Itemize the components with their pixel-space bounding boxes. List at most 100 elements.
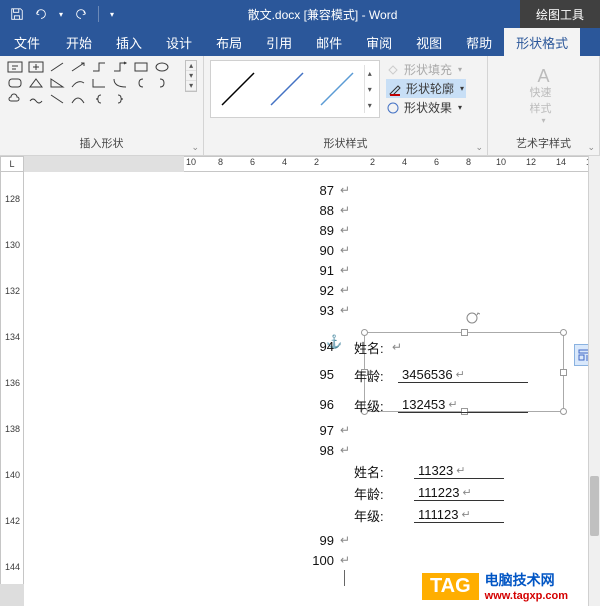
field-grade-value[interactable]: 132453↵	[398, 397, 528, 413]
group-shape-styles-label: 形状样式	[210, 133, 481, 155]
shape-effects-label: 形状效果	[404, 99, 452, 116]
shape-rbrace2-icon[interactable]	[111, 92, 129, 106]
shape-arrow-icon[interactable]	[69, 60, 87, 74]
shape-curve-icon[interactable]	[69, 76, 87, 90]
tab-view[interactable]: 视图	[404, 28, 454, 56]
paint-bucket-icon	[386, 63, 400, 77]
resize-handle-ne[interactable]	[560, 329, 567, 336]
tab-file[interactable]: 文件	[0, 28, 54, 56]
style-scroll-more-icon[interactable]: ▾	[365, 97, 375, 113]
style-sample-2[interactable]	[265, 65, 311, 113]
pen-icon	[388, 82, 402, 96]
shape-oval-icon[interactable]	[153, 60, 171, 74]
return-mark: ↵	[340, 203, 350, 217]
shape-wave-icon[interactable]	[27, 92, 45, 106]
shape-curve2-icon[interactable]	[111, 76, 129, 90]
shape-lbrace2-icon[interactable]	[90, 92, 108, 106]
return-mark: ↵	[340, 283, 350, 297]
vertical-scrollbar[interactable]	[588, 156, 600, 606]
scrollbar-thumb[interactable]	[590, 476, 599, 536]
style-sample-3[interactable]	[314, 65, 360, 113]
return-mark: ↵	[340, 443, 350, 457]
field-age-value[interactable]: 111223↵	[414, 485, 504, 501]
tab-mail[interactable]: 邮件	[304, 28, 354, 56]
save-icon[interactable]	[8, 5, 26, 23]
chevron-down-icon: ▾	[541, 116, 545, 125]
field-age-label: 年龄:	[354, 366, 398, 385]
shape-textbox-icon[interactable]	[6, 60, 24, 74]
line-number: 95	[304, 367, 334, 382]
style-scroll-down-icon[interactable]: ▾	[365, 81, 375, 97]
field-grade-label: 年级:	[354, 396, 398, 415]
field-age-value[interactable]: 3456536↵	[398, 367, 528, 383]
tab-layout[interactable]: 布局	[204, 28, 254, 56]
effects-icon	[386, 101, 400, 115]
line-number: 90	[304, 243, 334, 258]
shape-elbow2-icon[interactable]	[90, 76, 108, 90]
shape-connector-icon[interactable]	[90, 60, 108, 74]
field-name-value[interactable]: 11323↵	[414, 463, 504, 479]
resize-handle-n[interactable]	[461, 329, 468, 336]
tab-review[interactable]: 审阅	[354, 28, 404, 56]
field-name-label: 姓名:	[354, 462, 398, 481]
undo-icon[interactable]	[32, 5, 50, 23]
field-grade-value[interactable]: 111123↵	[414, 507, 504, 523]
shape-line-icon[interactable]	[48, 60, 66, 74]
qat-customize-icon[interactable]: ▾	[107, 5, 117, 23]
shape-roundrect-icon[interactable]	[6, 76, 24, 90]
line-number: 94	[304, 339, 334, 354]
style-sample-1[interactable]	[215, 65, 261, 113]
tab-references[interactable]: 引用	[254, 28, 304, 56]
redo-icon[interactable]	[72, 5, 90, 23]
resize-handle-se[interactable]	[560, 408, 567, 415]
rotate-handle-icon[interactable]	[464, 310, 480, 326]
undo-dropdown-icon[interactable]: ▾	[56, 5, 66, 23]
shape-arc-icon[interactable]	[69, 92, 87, 106]
shape-lbrace-icon[interactable]	[132, 76, 150, 90]
shape-rbrace-icon[interactable]	[153, 76, 171, 90]
scroll-more-icon[interactable]: ▾	[186, 81, 196, 91]
tab-insert[interactable]: 插入	[104, 28, 154, 56]
wordart-icon: A	[537, 68, 549, 84]
ruler-corner[interactable]: L	[0, 156, 24, 172]
tab-home[interactable]: 开始	[54, 28, 104, 56]
shape-style-gallery[interactable]: ▴ ▾ ▾	[210, 60, 380, 118]
vertical-ruler[interactable]: 128 130 132 134 136 138 140 142 144	[0, 172, 24, 606]
resize-handle-e[interactable]	[560, 369, 567, 376]
tab-shape-format[interactable]: 形状格式	[504, 28, 580, 56]
shape-elbow-arrow-icon[interactable]	[111, 60, 129, 74]
shape-rtriangle-icon[interactable]	[48, 76, 66, 90]
document-canvas[interactable]: 87↵ 88↵ 89↵ 90↵ 91↵ 92↵ 93↵ ⚓ 94 95 96 9…	[24, 172, 588, 606]
shape-fill-button[interactable]: 形状填充 ▾	[386, 60, 466, 79]
shape-textbox2-icon[interactable]	[27, 60, 45, 74]
field-age-label: 年龄:	[354, 484, 398, 503]
style-scroll-up-icon[interactable]: ▴	[365, 65, 375, 81]
context-tab-group: 绘图工具	[520, 0, 600, 28]
shape-outline-button[interactable]: 形状轮廓 ▾	[386, 79, 466, 98]
horizontal-ruler[interactable]: 10 8 6 4 2 2 4 6 8 10 12 14 16	[24, 156, 588, 172]
line-number: 93	[304, 303, 334, 318]
scroll-up-icon[interactable]: ▴	[186, 61, 196, 71]
layout-options-button[interactable]	[574, 344, 588, 366]
ribbon-tabs: 文件 开始 插入 设计 布局 引用 邮件 审阅 视图 帮助 形状格式	[0, 28, 600, 56]
watermark-line2: www.tagxp.com	[485, 590, 568, 602]
return-mark: ↵	[340, 223, 350, 237]
scroll-down-icon[interactable]: ▾	[186, 71, 196, 81]
shape-gallery[interactable]	[6, 60, 183, 106]
group-insert-shapes-label: 插入形状	[6, 133, 197, 155]
shape-rect-icon[interactable]	[132, 60, 150, 74]
tab-help[interactable]: 帮助	[454, 28, 504, 56]
tab-design[interactable]: 设计	[154, 28, 204, 56]
shape-fill-label: 形状填充	[404, 61, 452, 78]
line-number: 96	[304, 397, 334, 412]
return-mark: ↵	[392, 340, 402, 354]
shape-triangle-icon[interactable]	[27, 76, 45, 90]
watermark: TAG 电脑技术网 www.tagxp.com	[422, 570, 568, 602]
resize-handle-nw[interactable]	[361, 329, 368, 336]
shape-line2-icon[interactable]	[48, 92, 66, 106]
return-mark: ↵	[340, 553, 350, 567]
shape-cloud-icon[interactable]	[6, 92, 24, 106]
qat-separator	[98, 6, 99, 22]
shape-effects-button[interactable]: 形状效果 ▾	[386, 98, 466, 117]
shape-gallery-scroll[interactable]: ▴ ▾ ▾	[185, 60, 197, 92]
